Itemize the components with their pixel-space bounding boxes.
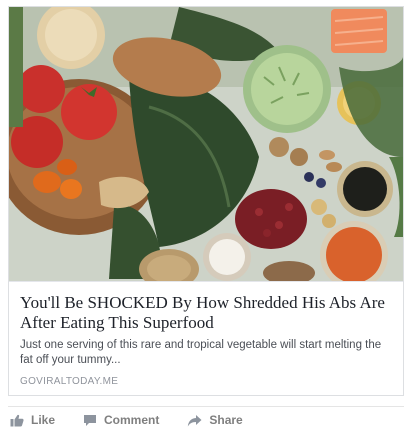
thumbs-up-icon (10, 414, 24, 426)
speech-bubble-icon (84, 414, 97, 426)
link-preview-card[interactable]: You'll Be SHOCKED By How Shredded His Ab… (8, 6, 404, 396)
post-action-bar: Like Comment Share (8, 408, 404, 432)
link-headline[interactable]: You'll Be SHOCKED By How Shredded His Ab… (20, 293, 392, 333)
link-description: Just one serving of this rare and tropic… (20, 339, 382, 366)
share-arrow-icon (188, 414, 202, 426)
like-label: Like (31, 413, 56, 427)
comment-label: Comment (104, 413, 160, 427)
like-button[interactable]: Like (10, 408, 55, 432)
link-domain: GOVIRALTODAY.ME (20, 376, 119, 387)
share-button[interactable]: Share (187, 408, 243, 432)
comment-button[interactable]: Comment (83, 408, 159, 432)
link-preview-image[interactable] (9, 7, 403, 281)
action-bar-divider (8, 406, 404, 407)
link-preview-text[interactable]: You'll Be SHOCKED By How Shredded His Ab… (9, 281, 403, 395)
share-label: Share (209, 413, 243, 427)
news-feed-post: You'll Be SHOCKED By How Shredded His Ab… (0, 0, 419, 433)
